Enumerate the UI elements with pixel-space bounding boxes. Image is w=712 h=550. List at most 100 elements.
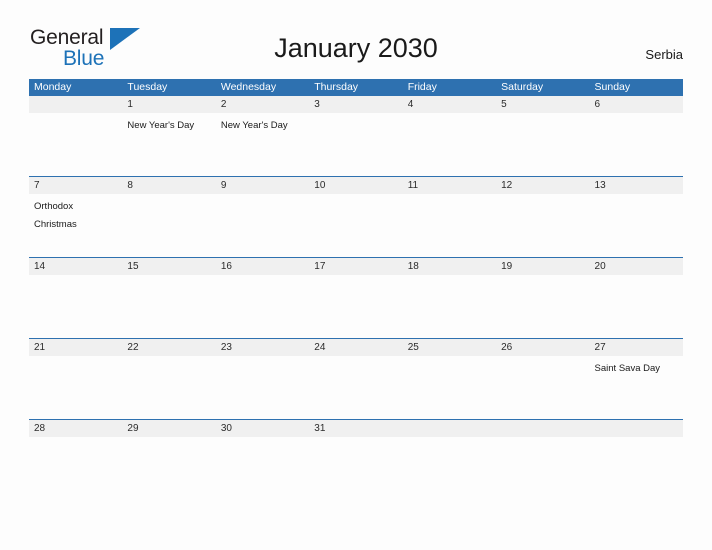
day-number[interactable]: 12	[496, 177, 589, 194]
week-event-row	[29, 275, 683, 338]
page-header: General Blue January 2030 Serbia	[0, 0, 712, 74]
day-cell[interactable]	[496, 437, 589, 448]
day-event-label: Orthodox Christmas	[34, 201, 77, 230]
week-event-row: New Year's Day New Year's Day	[29, 113, 683, 176]
day-cell[interactable]	[590, 437, 683, 448]
day-number[interactable]: 17	[309, 258, 402, 275]
day-cell[interactable]: Orthodox Christmas	[29, 194, 122, 257]
week-number-row: 1 2 3 4 5 6	[29, 96, 683, 113]
day-number[interactable]: 31	[309, 420, 402, 437]
day-cell[interactable]	[403, 275, 496, 338]
day-number[interactable]: 24	[309, 339, 402, 356]
weekday-header-saturday: Saturday	[501, 81, 544, 93]
day-number[interactable]: 19	[496, 258, 589, 275]
day-cell[interactable]	[216, 194, 309, 257]
weekday-header-tuesday: Tuesday	[127, 81, 168, 93]
day-number[interactable]: 11	[403, 177, 496, 194]
week-number-row: 28 29 30 31	[29, 420, 683, 437]
day-number[interactable]: 27	[590, 339, 683, 356]
day-cell[interactable]	[590, 275, 683, 338]
day-number[interactable]: 4	[403, 96, 496, 113]
day-cell[interactable]	[29, 356, 122, 419]
weekday-header-row: Monday Tuesday Wednesday Thursday Friday…	[29, 79, 683, 96]
day-number[interactable]: 14	[29, 258, 122, 275]
day-number[interactable]: 29	[122, 420, 215, 437]
calendar-week-row: 1 2 3 4 5 6 New Year's Day New Year's Da…	[29, 96, 683, 177]
day-cell[interactable]	[403, 113, 496, 176]
day-number[interactable]: 28	[29, 420, 122, 437]
day-number[interactable]: 21	[29, 339, 122, 356]
day-number[interactable]: 10	[309, 177, 402, 194]
day-number[interactable]: 25	[403, 339, 496, 356]
day-cell[interactable]	[496, 275, 589, 338]
day-cell[interactable]: New Year's Day	[122, 113, 215, 176]
calendar-grid: Monday Tuesday Wednesday Thursday Friday…	[29, 79, 683, 448]
day-cell[interactable]	[122, 356, 215, 419]
calendar-week-row: 28 29 30 31	[29, 420, 683, 448]
day-cell[interactable]	[29, 275, 122, 338]
day-cell[interactable]	[590, 113, 683, 176]
week-event-row: Saint Sava Day	[29, 356, 683, 419]
day-cell[interactable]	[309, 113, 402, 176]
calendar-week-row: 21 22 23 24 25 26 27 Saint Sava Day	[29, 339, 683, 420]
day-cell[interactable]	[216, 275, 309, 338]
weekday-header-friday: Friday	[407, 81, 437, 93]
day-cell[interactable]	[216, 437, 309, 448]
calendar-week-row: 7 8 9 10 11 12 13 Orthodox Christmas	[29, 177, 683, 258]
day-cell[interactable]	[496, 113, 589, 176]
day-number[interactable]: 22	[122, 339, 215, 356]
day-cell[interactable]	[403, 194, 496, 257]
day-number[interactable]: 1	[122, 96, 215, 113]
day-cell[interactable]	[122, 437, 215, 448]
day-number[interactable]: 26	[496, 339, 589, 356]
calendar-page: General Blue January 2030 Serbia Monday …	[0, 0, 712, 550]
day-cell[interactable]: New Year's Day	[216, 113, 309, 176]
day-number[interactable]: 23	[216, 339, 309, 356]
day-cell[interactable]	[216, 356, 309, 419]
day-number[interactable]: 16	[216, 258, 309, 275]
weekday-header-thursday: Thursday	[314, 81, 359, 93]
day-cell[interactable]	[496, 194, 589, 257]
day-number[interactable]: 5	[496, 96, 589, 113]
weekday-header-sunday: Sunday	[594, 81, 631, 93]
day-number[interactable]: 15	[122, 258, 215, 275]
day-number[interactable]: 6	[590, 96, 683, 113]
day-number[interactable]: 8	[122, 177, 215, 194]
weekday-header-monday: Monday	[34, 81, 72, 93]
week-number-row: 21 22 23 24 25 26 27	[29, 339, 683, 356]
day-number[interactable]: 9	[216, 177, 309, 194]
day-cell[interactable]	[309, 356, 402, 419]
day-number[interactable]: 13	[590, 177, 683, 194]
day-cell[interactable]	[122, 194, 215, 257]
calendar-week-row: 14 15 16 17 18 19 20	[29, 258, 683, 339]
day-number[interactable]	[590, 420, 683, 437]
day-event-label: New Year's Day	[220, 120, 288, 131]
day-cell[interactable]	[29, 437, 122, 448]
day-number[interactable]: 3	[309, 96, 402, 113]
day-cell[interactable]	[403, 437, 496, 448]
day-cell[interactable]	[309, 194, 402, 257]
day-cell[interactable]	[29, 113, 122, 176]
day-number[interactable]: 7	[29, 177, 122, 194]
week-event-row	[29, 437, 683, 448]
day-cell[interactable]	[403, 356, 496, 419]
week-number-row: 14 15 16 17 18 19 20	[29, 258, 683, 275]
day-number[interactable]: 2	[216, 96, 309, 113]
page-title: January 2030	[274, 33, 438, 63]
day-number[interactable]: 20	[590, 258, 683, 275]
day-cell[interactable]	[309, 275, 402, 338]
day-number[interactable]: 30	[216, 420, 309, 437]
day-number[interactable]	[29, 96, 122, 113]
week-number-row: 7 8 9 10 11 12 13	[29, 177, 683, 194]
day-event-label: New Year's Day	[127, 120, 195, 131]
weekday-header-wednesday: Wednesday	[220, 81, 277, 93]
day-number[interactable]: 18	[403, 258, 496, 275]
day-cell[interactable]: Saint Sava Day	[590, 356, 683, 419]
country-label: Serbia	[645, 47, 683, 62]
day-cell[interactable]	[590, 194, 683, 257]
day-number[interactable]	[496, 420, 589, 437]
day-cell[interactable]	[122, 275, 215, 338]
day-number[interactable]	[403, 420, 496, 437]
day-cell[interactable]	[496, 356, 589, 419]
day-cell[interactable]	[309, 437, 402, 448]
